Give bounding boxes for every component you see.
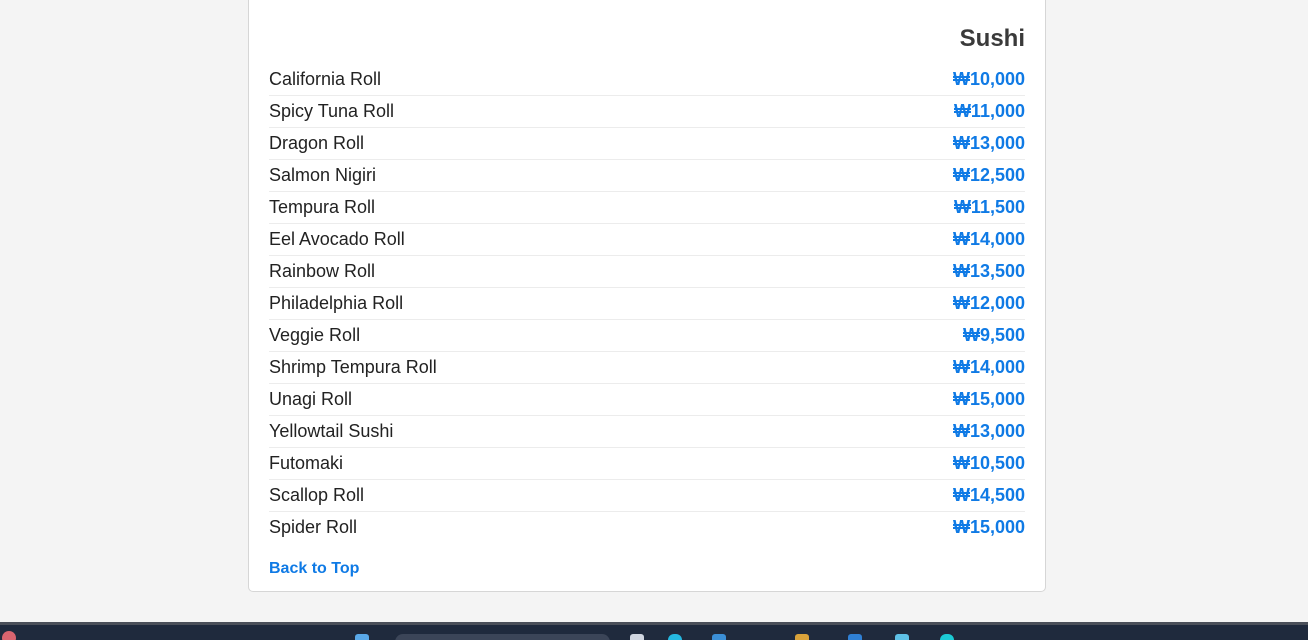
menu-item-price: ₩11,500	[953, 197, 1025, 217]
menu-item-name: Futomaki	[269, 453, 344, 473]
menu-item-name: California Roll	[269, 69, 382, 89]
menu-item: Tempura Roll ₩11,500	[269, 192, 1025, 224]
page: Sushi California Roll ₩10,000 Spicy Tuna R…	[0, 0, 1308, 640]
menu-item-price: ₩15,000	[952, 389, 1025, 409]
menu-item-name: Spicy Tuna Roll	[269, 101, 395, 121]
menu-item: Veggie Roll ₩9,500	[269, 320, 1025, 352]
menu-item-name: Dragon Roll	[269, 133, 365, 153]
menu-item-name: Rainbow Roll	[269, 261, 376, 281]
menu-item-price: ₩14,000	[952, 229, 1025, 249]
menu-item-price: ₩14,500	[952, 485, 1025, 505]
menu-item-price: ₩12,000	[952, 293, 1025, 313]
menu-item-price: ₩13,500	[952, 261, 1025, 281]
menu-item: Spider Roll ₩15,000	[269, 512, 1025, 543]
weather-icon[interactable]	[940, 634, 954, 640]
menu-item-name: Veggie Roll	[269, 325, 361, 345]
edge-icon[interactable]	[668, 634, 682, 640]
back-to-top-link[interactable]: Back to Top	[269, 560, 359, 578]
menu-item: Philadelphia Roll ₩12,000	[269, 288, 1025, 320]
taskbar-divider	[0, 622, 1308, 625]
menu-item: Unagi Roll ₩15,000	[269, 384, 1025, 416]
menu-item-price: ₩12,500	[952, 165, 1025, 185]
store-icon[interactable]	[795, 634, 809, 640]
taskbar	[0, 622, 1308, 640]
menu-item-name: Yellowtail Sushi	[269, 421, 394, 441]
menu-item: Shrimp Tempura Roll ₩14,000	[269, 352, 1025, 384]
menu-item-name: Philadelphia Roll	[269, 293, 404, 313]
menu-item-price: ₩15,000	[952, 517, 1025, 537]
menu-list: California Roll ₩10,000 Spicy Tuna Roll ₩11…	[269, 64, 1025, 543]
menu-item: Futomaki ₩10,500	[269, 448, 1025, 480]
menu-item-price: ₩9,500	[962, 325, 1025, 345]
menu-item-name: Scallop Roll	[269, 485, 365, 505]
menu-item-name: Salmon Nigiri	[269, 165, 377, 185]
search-box[interactable]	[395, 634, 610, 640]
menu-item-name: Shrimp Tempura Roll	[269, 357, 437, 377]
menu-item-name: Eel Avocado Roll	[269, 229, 405, 249]
task-view-icon[interactable]	[630, 634, 644, 640]
menu-item: Salmon Nigiri ₩12,500	[269, 160, 1025, 192]
menu-item: California Roll ₩10,000	[269, 64, 1025, 96]
menu-item: Scallop Roll ₩14,500	[269, 480, 1025, 512]
menu-item-price: ₩10,000	[952, 69, 1025, 89]
chat-icon[interactable]	[895, 634, 909, 640]
menu-item-price: ₩13,000	[952, 133, 1025, 153]
menu-item-price: ₩11,000	[953, 101, 1025, 121]
menu-card: Sushi California Roll ₩10,000 Spicy Tuna R…	[248, 0, 1046, 592]
menu-item-name: Unagi Roll	[269, 389, 353, 409]
file-explorer-icon[interactable]	[712, 634, 726, 640]
menu-item-name: Spider Roll	[269, 517, 358, 537]
section-title: Sushi	[959, 25, 1025, 52]
mail-icon[interactable]	[848, 634, 862, 640]
menu-item: Eel Avocado Roll ₩14,000	[269, 224, 1025, 256]
menu-item-price: ₩10,500	[952, 453, 1025, 473]
menu-item: Rainbow Roll ₩13,500	[269, 256, 1025, 288]
menu-item: Dragon Roll ₩13,000	[269, 128, 1025, 160]
menu-item-price: ₩14,000	[952, 357, 1025, 377]
notification-badge-icon[interactable]	[2, 631, 16, 640]
menu-item: Yellowtail Sushi ₩13,000	[269, 416, 1025, 448]
windows-icon[interactable]	[355, 634, 369, 640]
menu-item: Spicy Tuna Roll ₩11,000	[269, 96, 1025, 128]
menu-item-name: Tempura Roll	[269, 197, 376, 217]
menu-item-price: ₩13,000	[952, 421, 1025, 441]
